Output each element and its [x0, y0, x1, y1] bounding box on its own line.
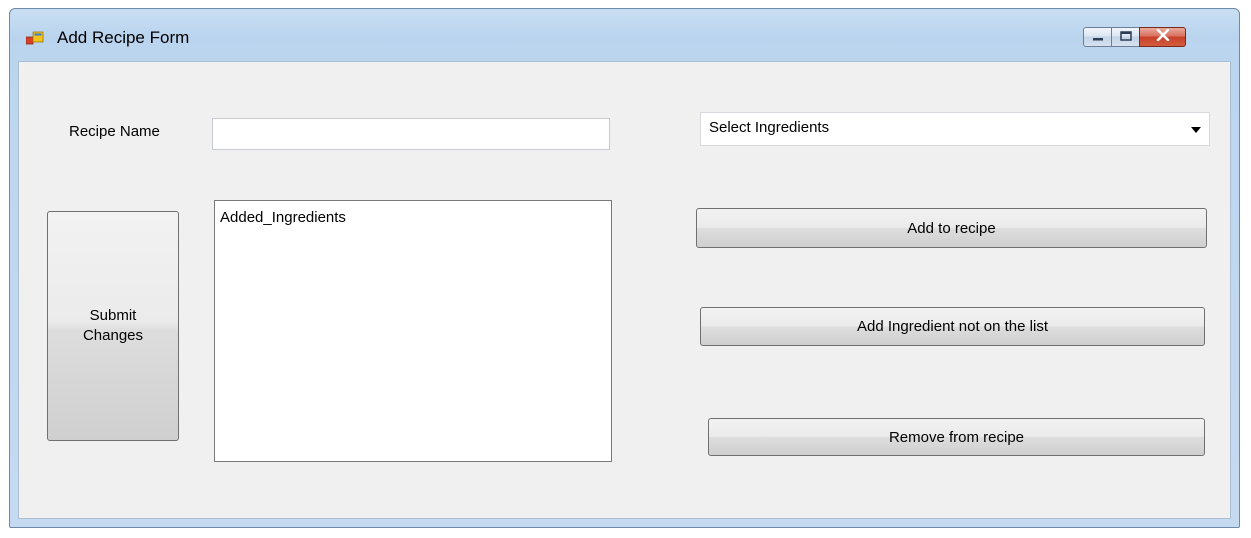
recipe-name-label: Recipe Name — [69, 123, 160, 140]
add-to-recipe-label: Add to recipe — [907, 219, 996, 237]
minimize-button[interactable] — [1083, 27, 1112, 47]
app-window: Add Recipe Form Recipe Name Select Ingre… — [9, 8, 1240, 528]
maximize-icon — [1119, 28, 1132, 46]
app-icon — [25, 31, 44, 47]
window-title: Add Recipe Form — [57, 28, 190, 47]
submit-button-label-line2: Changes — [82, 327, 144, 344]
remove-from-recipe-label: Remove from recipe — [888, 428, 1025, 446]
remove-from-recipe-button[interactable]: Remove from recipe — [708, 418, 1205, 456]
ingredients-dropdown-value: Select Ingredients — [709, 119, 830, 136]
form-client-area: Recipe Name Select Ingredients Submit Ch… — [18, 61, 1231, 519]
title-bar[interactable]: Add Recipe Form — [10, 9, 1239, 61]
close-button[interactable] — [1139, 27, 1186, 47]
chevron-down-icon — [1191, 127, 1201, 133]
list-item[interactable]: Added_Ingredients — [220, 209, 606, 226]
submit-button-label-line1: Submit — [89, 307, 137, 324]
close-icon — [1156, 28, 1170, 46]
add-to-recipe-button[interactable]: Add to recipe — [696, 208, 1207, 248]
minimize-icon — [1092, 28, 1104, 46]
add-ingredient-not-on-list-button[interactable]: Add Ingredient not on the list — [700, 307, 1205, 346]
maximize-button[interactable] — [1111, 27, 1140, 47]
recipe-name-input[interactable] — [212, 118, 610, 150]
submit-changes-button[interactable]: Submit Changes — [47, 211, 179, 441]
added-ingredients-list[interactable]: Added_Ingredients — [214, 200, 612, 462]
ingredients-dropdown[interactable]: Select Ingredients — [700, 112, 1210, 146]
add-ingredient-not-on-list-label: Add Ingredient not on the list — [857, 318, 1048, 335]
